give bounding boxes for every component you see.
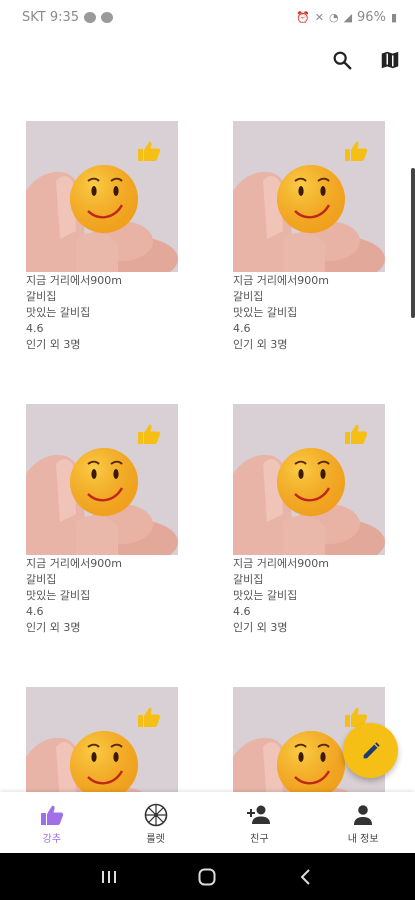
card-distance: 지금 거리에서900m: [26, 557, 122, 570]
wifi-icon: ◔: [328, 10, 339, 24]
home-icon: [198, 868, 216, 885]
card-distance: 지금 거리에서900m: [233, 557, 329, 570]
like-icon[interactable]: [137, 423, 161, 445]
map-icon: [381, 51, 399, 69]
restaurant-thumbnail: [233, 404, 385, 555]
nav-item-my-info[interactable]: 내 정보: [311, 792, 415, 853]
restaurant-card[interactable]: 지금 거리에서900m 갈비집 맛있는 갈비집 4.6 인기 외 3명: [233, 404, 385, 636]
bottom-navigation: 강추 룰렛 친구 내 정보: [0, 792, 415, 853]
map-button[interactable]: [377, 47, 403, 73]
back-button[interactable]: [291, 862, 321, 892]
search-button[interactable]: [329, 47, 355, 73]
card-name: 맛있는 갈비집: [26, 306, 91, 319]
nav-label: 강추: [42, 834, 62, 845]
card-category: 갈비집: [26, 573, 57, 586]
restaurant-thumbnail: [233, 121, 385, 272]
chat-notification-icon: [84, 11, 97, 23]
alarm-icon: ⏰: [296, 10, 310, 24]
like-icon[interactable]: [344, 140, 368, 162]
scroll-indicator[interactable]: [411, 168, 415, 318]
roulette-wheel-icon: [143, 803, 169, 827]
card-rating: 4.6: [233, 322, 251, 335]
card-category: 갈비집: [233, 573, 264, 586]
thumbs-up-icon: [39, 803, 65, 827]
card-rating: 4.6: [26, 322, 44, 335]
search-icon: [333, 51, 352, 70]
battery-percent: 96%: [357, 9, 386, 25]
card-likes: 인기 외 3명: [233, 621, 288, 634]
home-button[interactable]: [192, 862, 222, 892]
card-rating: 4.6: [26, 605, 44, 618]
battery-icon: ▮: [390, 10, 397, 24]
recent-apps-button[interactable]: [94, 862, 124, 892]
status-right: ⏰ ✕ ◔ ◢ 96% ▮: [296, 10, 397, 25]
card-name: 맛있는 갈비집: [26, 589, 91, 602]
app-bar: [0, 34, 415, 86]
card-distance: 지금 거리에서900m: [233, 274, 329, 287]
card-category: 갈비집: [26, 290, 57, 303]
card-likes: 인기 외 3명: [26, 338, 81, 351]
restaurant-card[interactable]: 지금 거리에서900m 갈비집 맛있는 갈비집 4.6 인기 외 3명: [26, 404, 178, 636]
person-icon: [350, 803, 376, 827]
restaurant-thumbnail: [26, 121, 178, 272]
like-icon[interactable]: [137, 706, 161, 728]
pencil-icon: [363, 741, 380, 758]
card-distance: 지금 거리에서900m: [26, 274, 122, 287]
system-navigation-bar: [0, 853, 415, 900]
nav-item-recommend[interactable]: 강추: [0, 792, 104, 853]
like-icon[interactable]: [137, 140, 161, 162]
card-category: 갈비집: [233, 290, 264, 303]
nav-label: 룰렛: [146, 834, 165, 845]
restaurant-card[interactable]: 지금 거리에서900m 갈비집 맛있는 갈비집 4.6 인기 외 3명: [233, 121, 385, 353]
like-icon[interactable]: [344, 423, 368, 445]
write-fab-button[interactable]: [343, 723, 398, 778]
nav-label: 내 정보: [347, 834, 379, 845]
signal-icon: ◢: [343, 10, 353, 24]
talk-notification-icon: [101, 11, 114, 23]
mute-icon: ✕: [314, 10, 324, 24]
status-left: SKT 9:35: [22, 9, 114, 25]
card-name: 맛있는 갈비집: [233, 589, 298, 602]
back-icon: [300, 868, 310, 885]
add-friend-icon: [246, 803, 272, 827]
card-name: 맛있는 갈비집: [233, 306, 298, 319]
nav-item-friends[interactable]: 친구: [208, 792, 312, 853]
card-likes: 인기 외 3명: [233, 338, 288, 351]
card-likes: 인기 외 3명: [26, 621, 81, 634]
card-rating: 4.6: [233, 605, 251, 618]
nav-item-roulette[interactable]: 룰렛: [104, 792, 208, 853]
carrier-time: SKT 9:35: [22, 9, 80, 25]
restaurant-card[interactable]: 지금 거리에서900m 갈비집 맛있는 갈비집 4.6 인기 외 3명: [26, 121, 178, 353]
status-bar: SKT 9:35 ⏰ ✕ ◔ ◢ 96% ▮: [0, 0, 415, 34]
recent-apps-icon: [102, 870, 117, 883]
restaurant-thumbnail: [26, 404, 178, 555]
nav-label: 친구: [250, 834, 269, 845]
